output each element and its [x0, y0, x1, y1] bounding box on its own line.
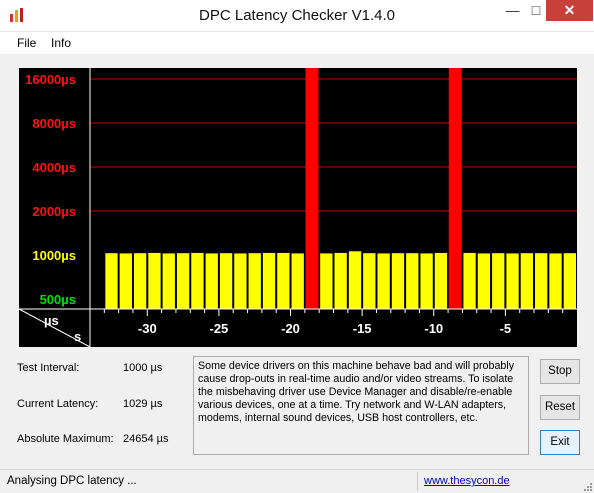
menu-info[interactable]: Info: [51, 36, 71, 50]
latency-bar: [434, 252, 448, 309]
exit-button[interactable]: Exit: [540, 430, 580, 455]
latency-bar: [248, 253, 261, 309]
latency-bar: [549, 253, 562, 309]
description-text: Some device drivers on this machine beha…: [193, 356, 529, 455]
absolute-maximum-label: Absolute Maximum:: [17, 433, 114, 445]
latency-chart-svg: 500µs 1000µs 2000µs 4000µs 8000µs 16000µs µss -…: [18, 68, 577, 347]
latency-bar: [320, 253, 333, 309]
y-tick-label: 8000µs: [32, 116, 76, 131]
latency-bar: [219, 253, 233, 309]
x-tick-label: -20: [281, 321, 300, 336]
current-latency-value: 1029 µs: [123, 398, 163, 410]
latency-bar: [119, 253, 132, 309]
resize-grip-icon[interactable]: [582, 481, 592, 491]
menu-bar: File Info: [0, 32, 594, 54]
y-tick-label: 2000µs: [32, 204, 76, 219]
latency-bar: [148, 252, 161, 309]
x-tick-label: -30: [138, 321, 157, 336]
latency-bar: [191, 252, 204, 309]
latency-bar: [162, 253, 175, 309]
latency-bar: [205, 253, 218, 309]
x-tick-label: -5: [500, 321, 512, 336]
latency-bar: [277, 252, 290, 309]
latency-bar: [176, 253, 190, 309]
latency-bar: [291, 253, 304, 309]
y-tick-label: 4000µs: [32, 160, 76, 175]
latency-bar: [363, 253, 376, 309]
latency-bar: [234, 253, 247, 309]
latency-bar: [133, 253, 147, 309]
title-bar: DPC Latency Checker V1.4.0 — □ ✕: [0, 0, 594, 32]
latency-bar: [406, 253, 419, 309]
latency-bar: [492, 253, 505, 309]
latency-bar: [262, 252, 276, 309]
y-tick-label: 16000µs: [25, 72, 76, 87]
latency-bar: [448, 68, 462, 309]
maximize-button[interactable]: □: [527, 0, 545, 21]
latency-bar: [348, 251, 362, 309]
latency-bar: [520, 253, 534, 309]
y-tick-label: 1000µs: [32, 248, 76, 263]
x-unit-label: s: [74, 329, 81, 344]
status-text: Analysing DPC latency ...: [7, 475, 137, 487]
test-interval-label: Test Interval:: [17, 362, 80, 374]
latency-bar: [563, 253, 576, 309]
y-tick-label: 500µs: [40, 292, 76, 307]
latency-bar: [105, 253, 118, 309]
x-tick-label: -10: [424, 321, 443, 336]
latency-bar: [506, 253, 519, 309]
stop-button[interactable]: Stop: [540, 359, 580, 384]
latency-bar: [477, 253, 491, 309]
y-unit-label: µs: [44, 313, 59, 328]
x-tick-label: -25: [210, 321, 229, 336]
latency-bar: [535, 253, 548, 309]
latency-bar: [305, 68, 319, 309]
status-separator: [417, 472, 418, 491]
latency-bar: [334, 252, 347, 309]
current-latency-label: Current Latency:: [17, 398, 99, 410]
latency-bar: [377, 253, 390, 309]
absolute-maximum-value: 24654 µs: [123, 433, 169, 445]
menu-file[interactable]: File: [17, 36, 36, 50]
x-tick-label: -15: [353, 321, 372, 336]
website-link[interactable]: www.thesycon.de: [424, 475, 510, 487]
reset-button[interactable]: Reset: [540, 395, 580, 420]
latency-bar: [391, 253, 405, 309]
close-button[interactable]: ✕: [546, 0, 593, 21]
latency-bar: [463, 252, 476, 309]
latency-chart: 500µs 1000µs 2000µs 4000µs 8000µs 16000µs µs s -…: [8, 57, 584, 347]
minimize-button[interactable]: —: [498, 0, 527, 21]
test-interval-value: 1000 µs: [123, 362, 163, 374]
status-bar: Analysing DPC latency ... www.thesycon.d…: [0, 469, 594, 493]
latency-bar: [420, 253, 433, 309]
